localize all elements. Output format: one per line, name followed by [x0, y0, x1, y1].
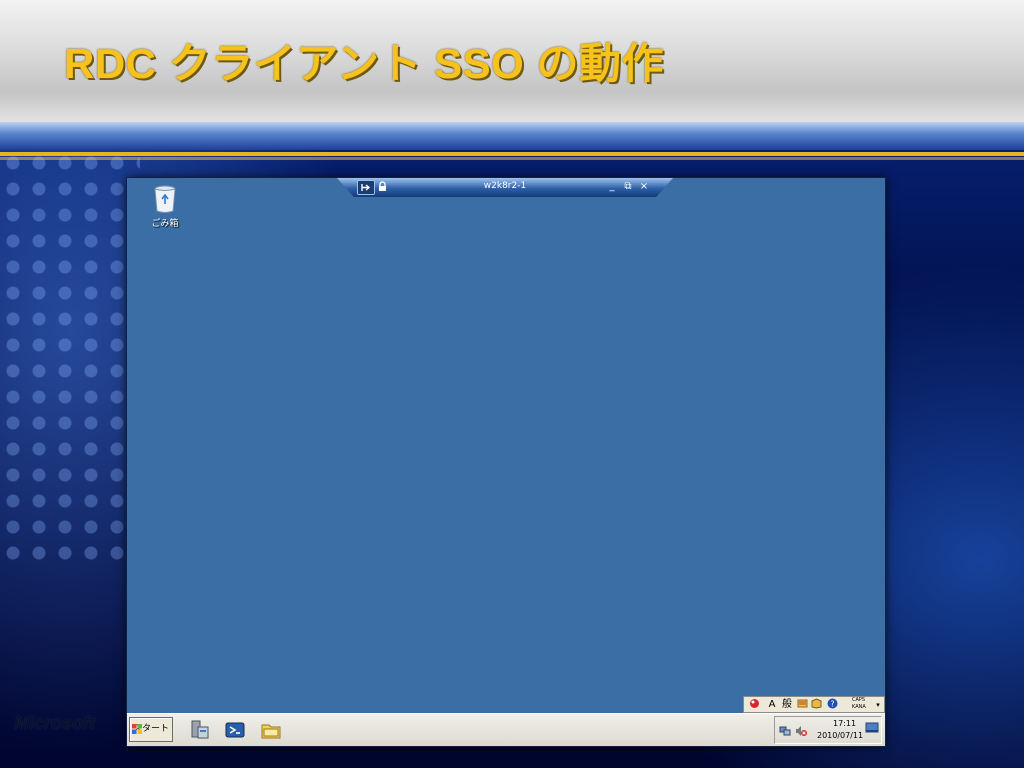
start-button[interactable]: スタート	[129, 717, 173, 742]
help-icon[interactable]: ?	[826, 698, 838, 712]
language-bar[interactable]: A 般 ? CAPS KANA ▾	[743, 696, 885, 713]
clock-date[interactable]: 2010/07/11	[817, 731, 863, 740]
ime-pad-icon[interactable]	[796, 698, 808, 712]
ime-icon[interactable]	[748, 698, 760, 712]
slide-title: RDC クライアント SSO の動作	[64, 40, 665, 87]
connection-bar[interactable]: w2k8r2-1 _ ⧉ ×	[337, 178, 673, 197]
powershell-icon[interactable]	[224, 719, 246, 741]
caps-kana-indicator: CAPS KANA	[852, 697, 874, 712]
close-button[interactable]: ×	[637, 180, 651, 193]
network-icon[interactable]	[779, 725, 791, 737]
restore-button[interactable]: ⧉	[621, 180, 635, 193]
brand-footer: Microsoft	[14, 713, 95, 733]
input-mode-button[interactable]: A	[766, 698, 778, 712]
conversion-mode-button[interactable]: 般	[780, 698, 794, 712]
explorer-folder-icon[interactable]	[260, 719, 282, 741]
kana-indicator: KANA	[852, 704, 866, 710]
remote-desktop-window[interactable]: w2k8r2-1 _ ⧉ × ごみ箱 A 般 ? CAPS KANA ▾ スター…	[127, 178, 885, 746]
recycle-bin-icon	[154, 185, 176, 213]
server-manager-icon[interactable]	[189, 719, 211, 741]
desktop-icon-recycle-bin[interactable]: ごみ箱	[145, 184, 185, 229]
show-desktop-icon[interactable]	[865, 722, 879, 734]
volume-muted-icon[interactable]	[795, 725, 807, 737]
clock-time[interactable]: 17:11	[833, 719, 856, 728]
caps-indicator: CAPS	[852, 697, 866, 703]
minimize-button[interactable]: _	[605, 180, 619, 193]
svg-text:?: ?	[830, 700, 834, 709]
header-gold-rule-secondary	[0, 157, 1024, 160]
header-gold-rule	[0, 152, 1024, 156]
langbar-options-icon[interactable]: ▾	[874, 698, 882, 712]
background-dots	[0, 150, 140, 570]
desktop-icon-label: ごみ箱	[151, 219, 179, 229]
taskbar: スタート 17:11 2010/07/11	[127, 713, 885, 746]
dictionary-icon[interactable]	[810, 698, 822, 712]
windows-flag-icon	[132, 724, 142, 734]
